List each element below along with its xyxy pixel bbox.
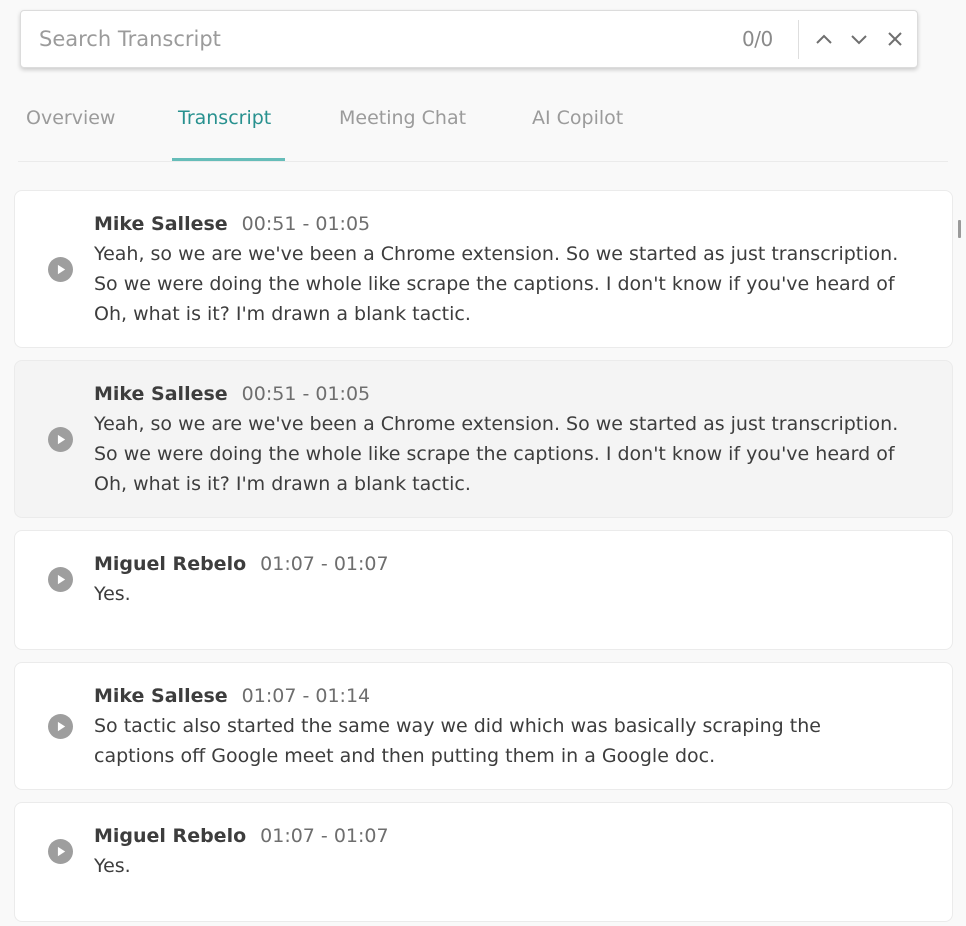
- tab-bar: Overview Transcript Meeting Chat AI Copi…: [18, 90, 948, 162]
- timestamp-range: 01:07 - 01:07: [260, 825, 389, 847]
- close-icon: [888, 32, 902, 46]
- next-match-button[interactable]: [846, 26, 872, 52]
- timestamp-range: 00:51 - 01:05: [241, 213, 371, 235]
- search-divider: [798, 20, 799, 59]
- play-icon[interactable]: [48, 427, 73, 452]
- search-match-count: 0/0: [742, 27, 773, 51]
- transcript-text-line: So we were doing the whole like scrape t…: [94, 443, 895, 465]
- transcript-search-bar: 0/0: [20, 10, 918, 68]
- search-input[interactable]: [39, 11, 719, 67]
- speaker-name: Mike Sallese: [94, 213, 228, 235]
- speaker-name: Miguel Rebelo: [94, 553, 247, 575]
- tab-meeting-chat[interactable]: Meeting Chat: [339, 90, 466, 161]
- transcript-text-line: So tactic also started the same way we d…: [94, 715, 821, 737]
- tab-overview[interactable]: Overview: [26, 90, 115, 161]
- previous-match-button[interactable]: [811, 26, 837, 52]
- transcript-text-line: Yes.: [94, 583, 131, 605]
- transcript-text-line: Oh, what is it? I'm drawn a blank tactic…: [94, 473, 471, 495]
- play-icon[interactable]: [48, 839, 73, 864]
- transcript-entry-highlighted: Mike Sallese 00:51 - 01:05 Yeah, so we ar…: [14, 360, 953, 518]
- active-tab-indicator: [172, 158, 285, 161]
- timestamp-range: 01:07 - 01:14: [241, 685, 371, 707]
- tab-ai-copilot[interactable]: AI Copilot: [532, 90, 623, 161]
- tab-transcript[interactable]: Transcript: [178, 90, 271, 161]
- timestamp-range: 00:51 - 01:05: [241, 383, 371, 405]
- transcript-entry: Mike Sallese 01:07 - 01:14 So tactic also…: [14, 662, 953, 790]
- transcript-text-line: Yes.: [94, 855, 131, 877]
- play-icon[interactable]: [48, 257, 73, 282]
- timestamp-range: 01:07 - 01:07: [260, 553, 389, 575]
- play-icon[interactable]: [48, 714, 73, 739]
- chevron-up-icon: [816, 34, 832, 44]
- transcript-entry: Mike Sallese 00:51 - 01:05 Yeah, so we ar…: [14, 190, 953, 348]
- scrollbar-thumb[interactable]: [958, 220, 961, 238]
- transcript-text-line: Oh, what is it? I'm drawn a blank tactic…: [94, 303, 471, 325]
- transcript-entry: Miguel Rebelo 01:07 - 01:07 Yes.: [14, 802, 953, 922]
- speaker-name: Mike Sallese: [94, 383, 228, 405]
- transcript-text-line: Yeah, so we are we've been a Chrome exte…: [94, 243, 899, 265]
- transcript-entry: Miguel Rebelo 01:07 - 01:07 Yes.: [14, 530, 953, 650]
- transcript-text-line: Yeah, so we are we've been a Chrome exte…: [94, 413, 899, 435]
- close-search-button[interactable]: [882, 26, 908, 52]
- play-icon[interactable]: [48, 567, 73, 592]
- transcript-text-line: captions off Google meet and then puttin…: [94, 745, 716, 767]
- transcript-text-line: So we were doing the whole like scrape t…: [94, 273, 895, 295]
- speaker-name: Mike Sallese: [94, 685, 228, 707]
- chevron-down-icon: [851, 35, 867, 45]
- speaker-name: Miguel Rebelo: [94, 825, 247, 847]
